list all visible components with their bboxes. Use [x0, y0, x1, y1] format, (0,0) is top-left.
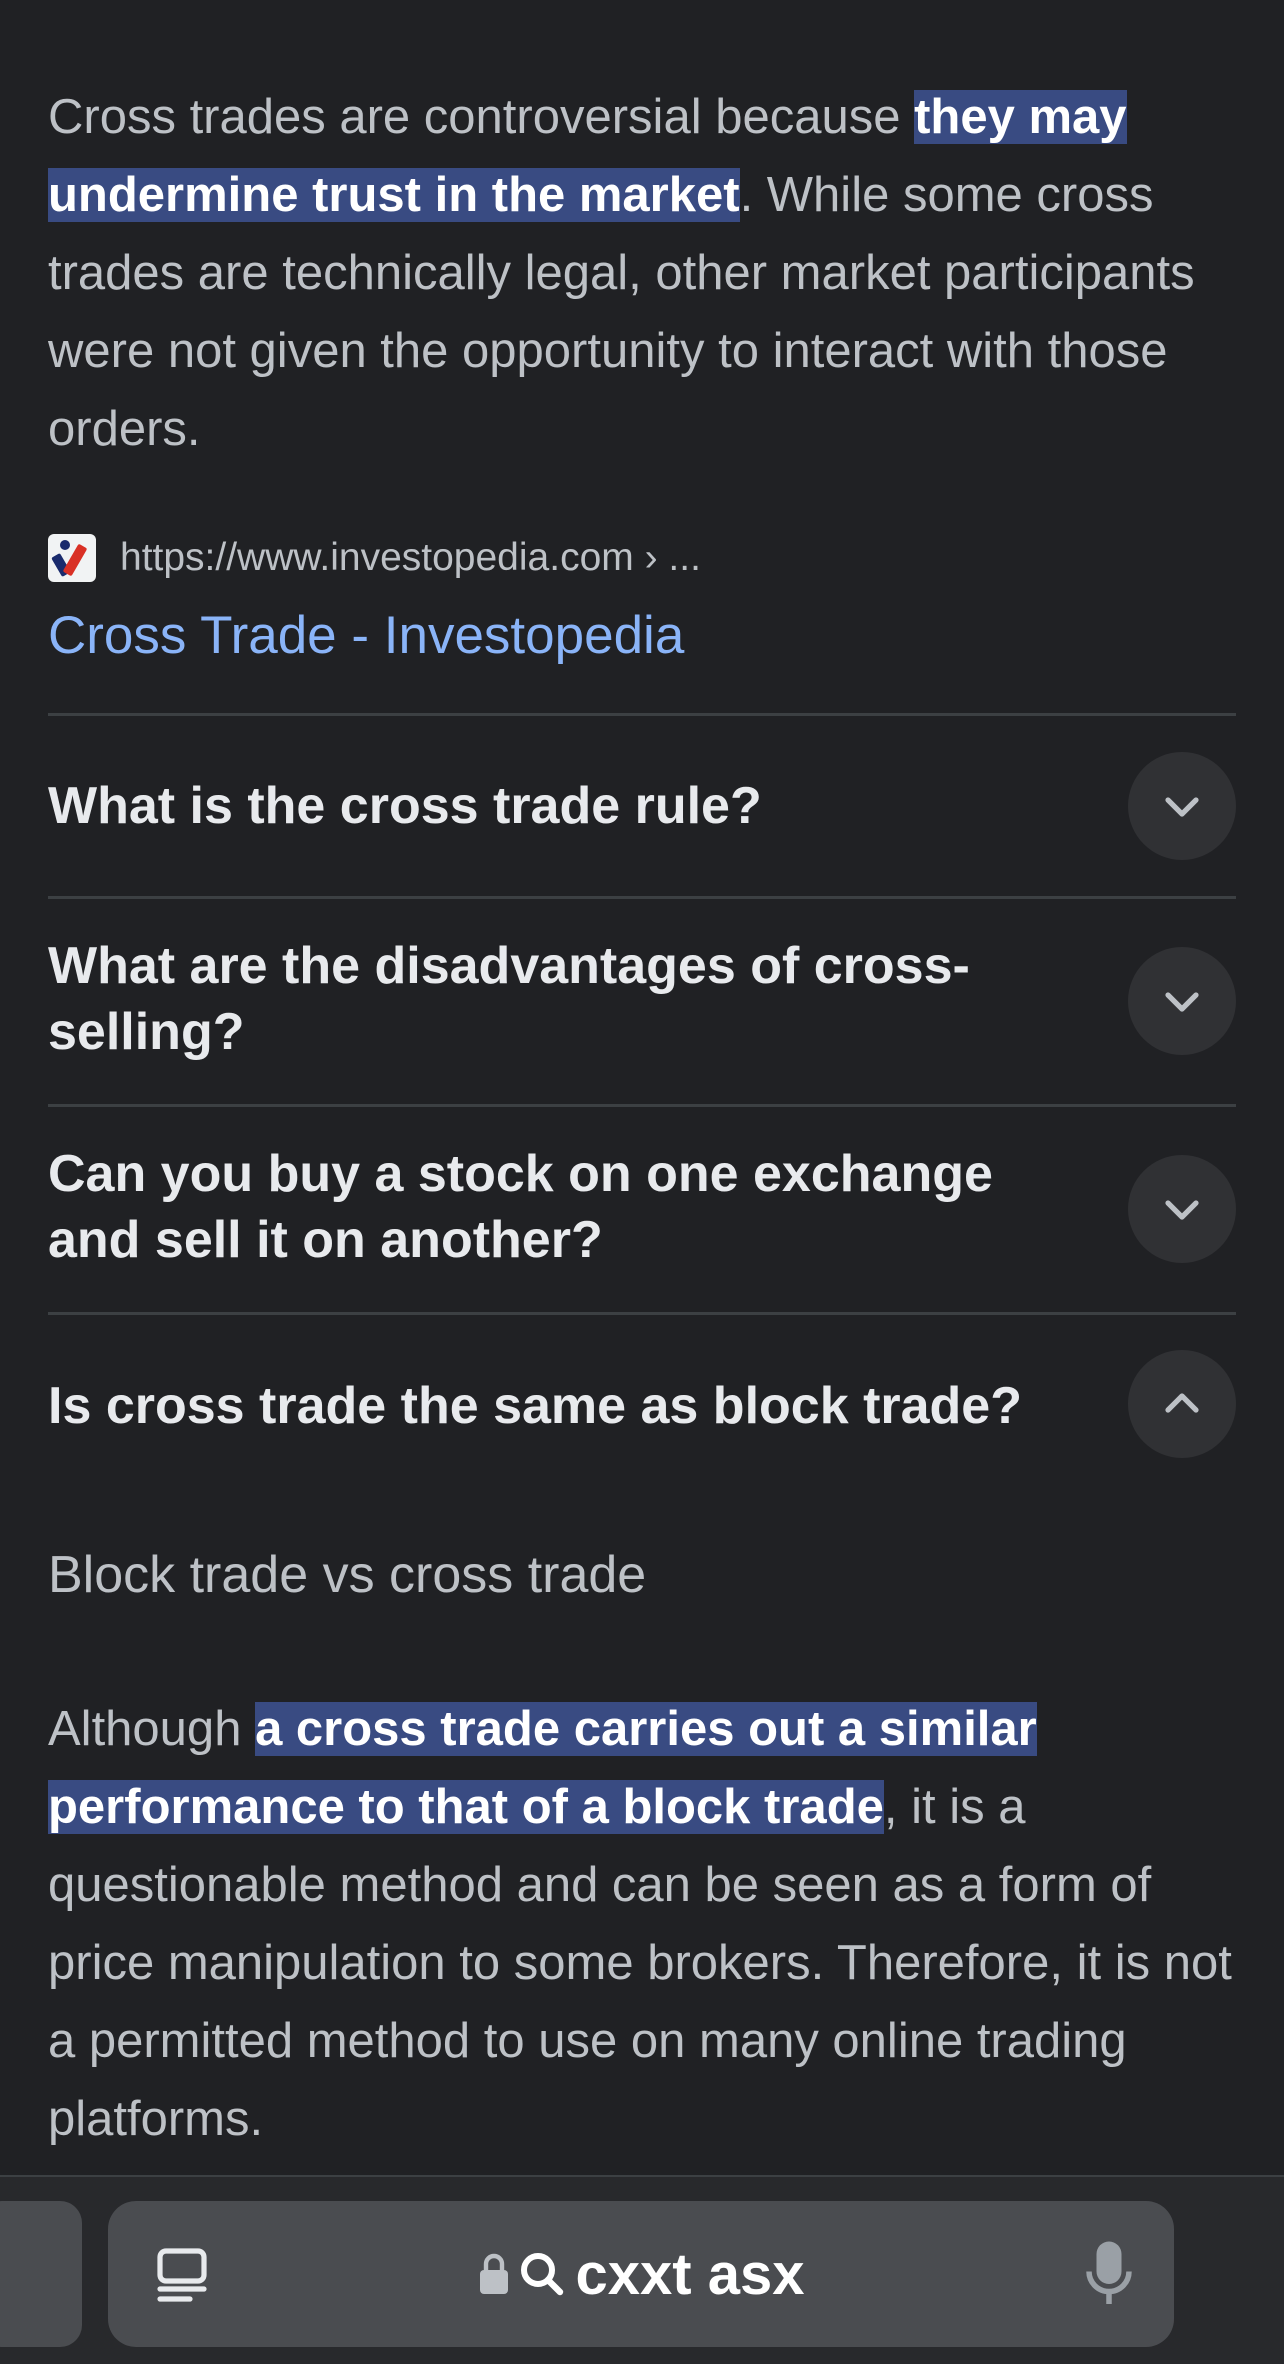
chevron-down-icon	[1165, 992, 1199, 1012]
expand-button[interactable]	[1128, 947, 1236, 1055]
answer-title: Block trade vs cross trade	[48, 1546, 647, 1604]
browser-bottom-bar: cxxt asx	[0, 2175, 1284, 2364]
faq-item-buy-sell-exchanges[interactable]: Can you buy a stock on one exchange and …	[48, 1107, 1236, 1312]
mic-icon[interactable]	[1084, 2239, 1134, 2309]
source-url[interactable]: https://www.investopedia.com › ...	[120, 536, 701, 580]
previous-tab-stub[interactable]	[0, 2201, 82, 2347]
faq-question[interactable]: What are the disadvantages of cross-sell…	[48, 933, 1058, 1065]
faq-question[interactable]: What is the cross trade rule?	[48, 773, 1058, 839]
collapse-button[interactable]	[1128, 1350, 1236, 1458]
faq-item-disadvantages-cross-selling[interactable]: What are the disadvantages of cross-sell…	[48, 899, 1236, 1104]
expand-button[interactable]	[1128, 752, 1236, 860]
chevron-down-icon	[1165, 1200, 1199, 1220]
faq-item-block-trade[interactable]: Is cross trade the same as block trade?	[48, 1315, 1236, 1495]
answer-text: Although a cross trade carries out a sim…	[48, 1690, 1236, 2158]
answer-text-before: Although	[48, 1702, 256, 1756]
address-center[interactable]: cxxt asx	[108, 2201, 1174, 2347]
address-bar[interactable]: cxxt asx	[108, 2201, 1174, 2347]
address-text[interactable]: cxxt asx	[576, 2241, 805, 2308]
lock-icon	[479, 2253, 508, 2294]
answer-text-after: , it is a questionable method and can be…	[48, 1780, 1232, 2146]
result-title-link[interactable]: Cross Trade - Investopedia	[48, 600, 684, 672]
source-row[interactable]: https://www.investopedia.com › ...	[48, 530, 701, 586]
expand-button[interactable]	[1128, 1155, 1236, 1263]
featured-snippet-text: Cross trades are controversial because t…	[48, 78, 1236, 468]
snippet-text-before: Cross trades are controversial because	[48, 90, 915, 144]
faq-item-cross-trade-rule[interactable]: What is the cross trade rule?	[48, 716, 1236, 896]
investopedia-favicon-icon	[48, 534, 96, 582]
search-icon	[520, 2253, 563, 2296]
faq-question[interactable]: Is cross trade the same as block trade?	[48, 1373, 1128, 1439]
chevron-up-icon	[1165, 1393, 1199, 1413]
chevron-down-icon	[1165, 797, 1199, 817]
faq-question[interactable]: Can you buy a stock on one exchange and …	[48, 1141, 1058, 1273]
